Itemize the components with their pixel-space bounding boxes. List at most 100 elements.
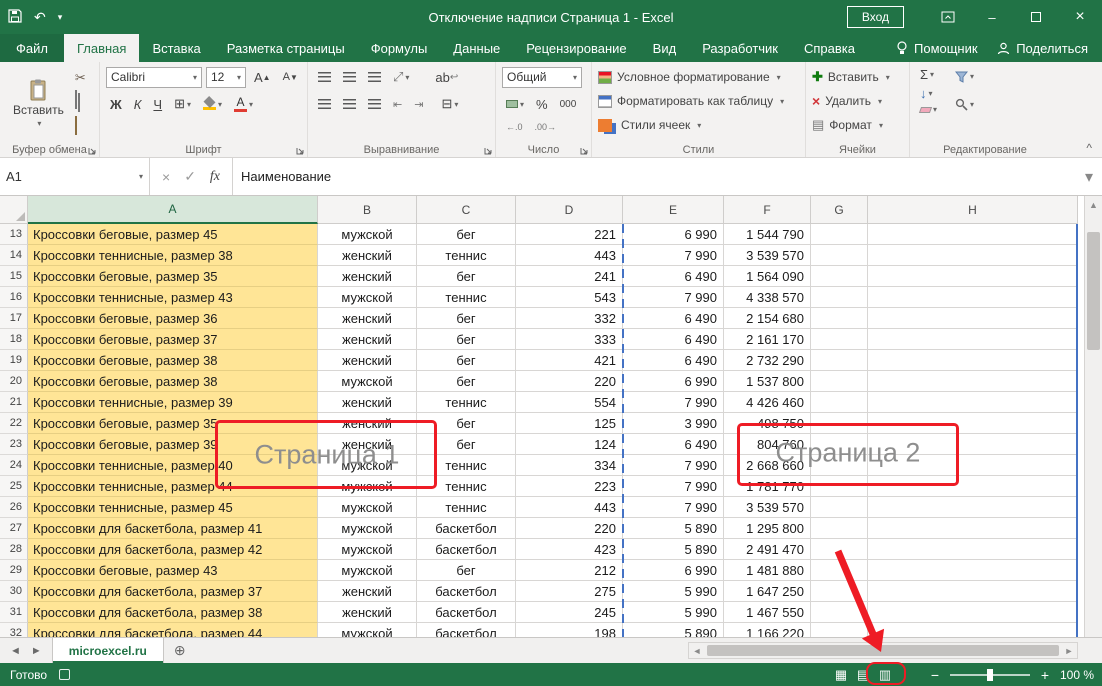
delete-cells-button[interactable]: ×Удалить▾ [812,89,905,113]
cell[interactable]: 334 [516,455,623,476]
cell[interactable]: 7 990 [623,245,724,266]
format-as-table-button[interactable]: Форматировать как таблицу▾ [598,89,801,113]
cell[interactable]: 6 490 [623,329,724,350]
cell[interactable]: теннис [417,392,516,413]
cell[interactable]: теннис [417,455,516,476]
tell-me-assistant[interactable]: Помощник [896,34,978,62]
increase-font-button[interactable]: А▲ [250,69,275,86]
column-header-H[interactable]: H [868,196,1078,224]
page-layout-view-button[interactable]: ▤ [852,663,874,686]
cell[interactable]: 220 [516,518,623,539]
cell[interactable]: баскетбол [417,623,516,637]
align-bottom-button[interactable] [364,71,385,84]
cell[interactable] [811,266,868,287]
cell[interactable]: 7 990 [623,476,724,497]
align-center-button[interactable] [339,98,360,111]
row-header-21[interactable]: 21 [0,392,28,413]
row-header-15[interactable]: 15 [0,266,28,287]
row-header-24[interactable]: 24 [0,455,28,476]
cell[interactable]: Кроссовки беговые, размер 43 [28,560,318,581]
orientation-button[interactable]: ⤢▾ [389,68,413,86]
cell[interactable]: 6 490 [623,350,724,371]
ribbon-display-options-icon[interactable] [926,0,970,34]
sign-in-button[interactable]: Вход [847,6,904,28]
align-top-button[interactable] [314,71,335,84]
vertical-scrollbar[interactable]: ▲ [1084,196,1102,637]
cell[interactable]: мужской [318,518,417,539]
minimize-button[interactable]: – [970,0,1014,34]
format-painter-button[interactable] [75,117,86,135]
cell[interactable]: Кроссовки беговые, размер 36 [28,308,318,329]
cell[interactable]: баскетбол [417,581,516,602]
macro-record-icon[interactable] [59,669,70,680]
ribbon-tab-7[interactable]: Вид [640,34,690,62]
cell[interactable]: 7 990 [623,455,724,476]
currency-format-button[interactable]: ▾ [502,99,528,110]
cell[interactable]: 2 491 470 [724,539,811,560]
cell[interactable]: Кроссовки теннисные, размер 45 [28,497,318,518]
row-header-18[interactable]: 18 [0,329,28,350]
column-header-B[interactable]: B [318,196,417,224]
cell[interactable]: 1 537 800 [724,371,811,392]
sort-filter-button[interactable]: ▾ [955,71,974,83]
fill-color-button[interactable]: ▾ [199,97,226,111]
cell[interactable] [811,497,868,518]
comma-style-button[interactable]: 000 [556,98,581,111]
cell[interactable]: 4 426 460 [724,392,811,413]
clipboard-dialog-launcher-icon[interactable] [88,146,97,155]
cell[interactable]: теннис [417,497,516,518]
row-header-31[interactable]: 31 [0,602,28,623]
cell[interactable]: 275 [516,581,623,602]
zoom-level[interactable]: 100 % [1060,668,1094,682]
cell[interactable]: 7 990 [623,287,724,308]
formula-input[interactable]: Наименование [233,158,1076,195]
new-sheet-icon[interactable]: ⊕ [164,638,196,663]
percent-style-button[interactable]: % [532,96,552,113]
cell[interactable] [868,560,1078,581]
paste-dropdown-icon[interactable]: ▾ [37,119,41,128]
cell[interactable] [811,518,868,539]
cell[interactable] [811,329,868,350]
row-header-14[interactable]: 14 [0,245,28,266]
cell[interactable]: 198 [516,623,623,637]
zoom-slider[interactable] [950,674,1030,676]
cell[interactable] [811,224,868,245]
cell[interactable]: 6 990 [623,224,724,245]
cell[interactable]: 241 [516,266,623,287]
cell[interactable]: 498 750 [724,413,811,434]
close-button[interactable]: × [1058,0,1102,34]
cell[interactable]: 554 [516,392,623,413]
cell[interactable]: 443 [516,497,623,518]
cell[interactable]: бег [417,329,516,350]
paste-button[interactable]: Вставить ▾ [6,65,71,141]
cell[interactable] [868,602,1078,623]
cell[interactable]: 7 990 [623,392,724,413]
cell[interactable]: теннис [417,245,516,266]
cell[interactable]: мужской [318,371,417,392]
ribbon-tab-9[interactable]: Справка [791,34,868,62]
cell[interactable]: бег [417,224,516,245]
row-header-22[interactable]: 22 [0,413,28,434]
ribbon-tab-8[interactable]: Разработчик [689,34,791,62]
bold-button[interactable]: Ж [106,96,126,113]
decrease-font-button[interactable]: А▼ [279,70,302,84]
cell[interactable]: 5 990 [623,602,724,623]
share-button[interactable]: Поделиться [997,34,1088,62]
cell[interactable]: бег [417,266,516,287]
cell[interactable] [868,518,1078,539]
cell[interactable]: женский [318,266,417,287]
cell[interactable]: Кроссовки беговые, размер 35 [28,266,318,287]
cell[interactable]: 1 781 770 [724,476,811,497]
cell[interactable] [868,476,1078,497]
column-header-C[interactable]: C [417,196,516,224]
cell[interactable]: 6 990 [623,560,724,581]
row-header-23[interactable]: 23 [0,434,28,455]
cell[interactable]: 5 990 [623,581,724,602]
ribbon-tab-6[interactable]: Рецензирование [513,34,639,62]
font-size-combo[interactable]: 12▾ [206,67,246,88]
cell[interactable]: баскетбол [417,539,516,560]
cell[interactable]: 6 990 [623,371,724,392]
ribbon-tab-4[interactable]: Формулы [358,34,441,62]
cell[interactable] [868,287,1078,308]
cell[interactable] [868,623,1078,637]
